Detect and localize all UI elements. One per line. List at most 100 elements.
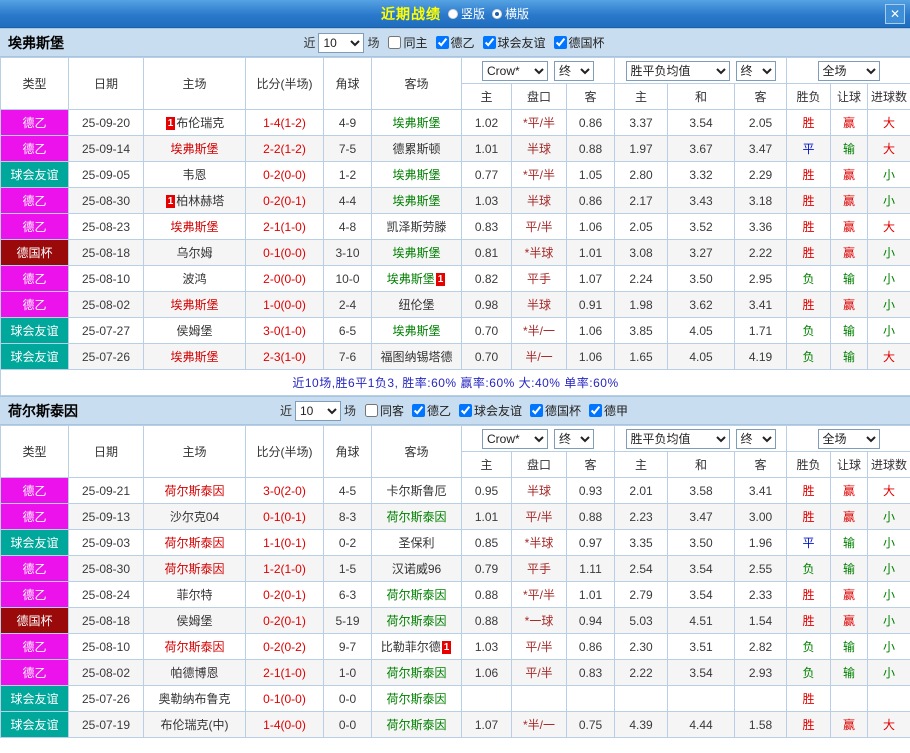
team-link[interactable]: 卡尔斯鲁厄 bbox=[386, 484, 446, 498]
team-link[interactable]: 荷尔斯泰因 bbox=[386, 666, 446, 680]
league-type-cell[interactable]: 德乙 bbox=[0, 135, 69, 162]
team-link[interactable]: 荷尔斯泰因 bbox=[164, 562, 224, 576]
league-type-cell[interactable]: 德国杯 bbox=[0, 607, 69, 634]
checkbox-input[interactable] bbox=[530, 404, 544, 417]
league-type-cell[interactable]: 德乙 bbox=[0, 503, 69, 530]
corner-score: 3-10 bbox=[323, 239, 372, 266]
match-count-select[interactable]: 10 bbox=[294, 400, 341, 421]
team-link[interactable]: 奥勒纳布鲁克 bbox=[158, 692, 230, 706]
league-type-cell[interactable]: 德乙 bbox=[0, 187, 69, 214]
team-link[interactable]: 比勒菲尔德 bbox=[381, 640, 441, 654]
league-type-cell[interactable]: 德乙 bbox=[0, 581, 69, 608]
scope-select[interactable]: 全场 bbox=[817, 60, 880, 81]
checkbox-input[interactable] bbox=[482, 36, 496, 49]
league-type-cell[interactable]: 德乙 bbox=[0, 109, 69, 136]
team-link[interactable]: 波鸿 bbox=[182, 272, 206, 286]
team-link[interactable]: 埃弗斯堡 bbox=[387, 272, 435, 286]
team-link[interactable]: 荷尔斯泰因 bbox=[164, 536, 224, 550]
league-type-cell[interactable]: 德乙 bbox=[0, 213, 69, 240]
checkbox-input[interactable] bbox=[411, 404, 425, 417]
scope-select[interactable]: 全场 bbox=[817, 428, 880, 449]
asian-final-select[interactable]: 终 bbox=[554, 60, 595, 81]
filter-checkbox[interactable]: 同客 bbox=[359, 404, 404, 418]
team-link[interactable]: 埃弗斯堡 bbox=[392, 168, 440, 182]
close-icon[interactable]: ✕ bbox=[885, 4, 905, 24]
team-link[interactable]: 帕德博恩 bbox=[170, 666, 218, 680]
asian-home-odds: 1.07 bbox=[461, 711, 512, 738]
team-link[interactable]: 汉诺威96 bbox=[392, 562, 441, 576]
team-link[interactable]: 荷尔斯泰因 bbox=[386, 588, 446, 602]
team-link[interactable]: 菲尔特 bbox=[176, 588, 212, 602]
asian-final-select[interactable]: 终 bbox=[554, 428, 595, 449]
team-link[interactable]: 圣保利 bbox=[398, 536, 434, 550]
team-link[interactable]: 侯姆堡 bbox=[176, 614, 212, 628]
league-type-cell[interactable]: 球会友谊 bbox=[0, 685, 69, 712]
euro-final-select[interactable]: 终 bbox=[735, 60, 776, 81]
bookmaker-select[interactable]: Crow* bbox=[482, 60, 549, 81]
league-type-cell[interactable]: 德乙 bbox=[0, 659, 69, 686]
team-link[interactable]: 埃弗斯堡 bbox=[170, 350, 218, 364]
match-count-select[interactable]: 10 bbox=[318, 32, 365, 53]
team-link[interactable]: 纽伦堡 bbox=[398, 298, 434, 312]
team-link[interactable]: 埃弗斯堡 bbox=[392, 246, 440, 260]
euro-final-select[interactable]: 终 bbox=[735, 428, 776, 449]
league-type-cell[interactable]: 球会友谊 bbox=[0, 343, 69, 370]
team-link[interactable]: 埃弗斯堡 bbox=[170, 298, 218, 312]
filter-checkbox[interactable]: 德乙 bbox=[430, 36, 475, 50]
team-link[interactable]: 埃弗斯堡 bbox=[170, 220, 218, 234]
team-link[interactable]: 凯泽斯劳滕 bbox=[386, 220, 446, 234]
team-link[interactable]: 荷尔斯泰因 bbox=[386, 692, 446, 706]
layout-radio-vertical[interactable]: 竖版 bbox=[447, 5, 485, 22]
team-link[interactable]: 布伦瑞克 bbox=[176, 116, 224, 130]
team-link[interactable]: 侯姆堡 bbox=[176, 324, 212, 338]
team-link[interactable]: 福图纳锡塔德 bbox=[380, 350, 452, 364]
checkbox-input[interactable] bbox=[459, 404, 472, 417]
checkbox-input[interactable] bbox=[364, 404, 378, 417]
match-result: 胜 bbox=[786, 685, 832, 712]
league-type-cell[interactable]: 球会友谊 bbox=[0, 161, 69, 188]
home-team-cell: 荷尔斯泰因 bbox=[143, 555, 246, 582]
filter-checkbox[interactable]: 德国杯 bbox=[524, 404, 581, 418]
checkbox-input[interactable] bbox=[388, 36, 402, 49]
team-link[interactable]: 荷尔斯泰因 bbox=[386, 510, 446, 524]
radio-unselected-icon[interactable] bbox=[447, 8, 458, 19]
filter-checkbox[interactable]: 球会友谊 bbox=[477, 36, 546, 50]
team-link[interactable]: 荷尔斯泰因 bbox=[386, 614, 446, 628]
team-link[interactable]: 荷尔斯泰因 bbox=[164, 484, 224, 498]
team-link[interactable]: 沙尔克04 bbox=[170, 510, 219, 524]
league-type-cell[interactable]: 德乙 bbox=[0, 477, 69, 504]
radio-selected-icon[interactable] bbox=[492, 8, 502, 19]
league-type-cell[interactable]: 德乙 bbox=[0, 633, 69, 660]
league-type-cell[interactable]: 球会友谊 bbox=[0, 317, 69, 344]
layout-radio-horizontal[interactable]: 横版 bbox=[492, 5, 529, 22]
league-type-cell[interactable]: 球会友谊 bbox=[0, 529, 69, 556]
goals-result: 小 bbox=[867, 187, 910, 214]
team-link[interactable]: 韦恩 bbox=[182, 168, 206, 182]
team-link[interactable]: 荷尔斯泰因 bbox=[164, 640, 224, 654]
team-link[interactable]: 布伦瑞克(中) bbox=[161, 718, 229, 732]
team-link[interactable]: 埃弗斯堡 bbox=[170, 142, 218, 156]
team-link[interactable]: 德累斯顿 bbox=[392, 142, 440, 156]
league-type-cell[interactable]: 德乙 bbox=[0, 555, 69, 582]
checkbox-input[interactable] bbox=[589, 404, 603, 417]
league-type-cell[interactable]: 球会友谊 bbox=[0, 711, 69, 738]
team-link[interactable]: 埃弗斯堡 bbox=[392, 116, 440, 130]
filter-checkbox[interactable]: 德甲 bbox=[583, 404, 628, 418]
filter-checkbox[interactable]: 德国杯 bbox=[548, 36, 605, 50]
team-link[interactable]: 埃弗斯堡 bbox=[392, 194, 440, 208]
euro-avg-select[interactable]: 胜平负均值 bbox=[625, 60, 730, 81]
league-type-cell[interactable]: 德乙 bbox=[0, 291, 69, 318]
league-type-cell[interactable]: 德国杯 bbox=[0, 239, 69, 266]
team-link[interactable]: 乌尔姆 bbox=[176, 246, 212, 260]
team-link[interactable]: 埃弗斯堡 bbox=[392, 324, 440, 338]
euro-avg-select[interactable]: 胜平负均值 bbox=[625, 428, 730, 449]
filter-checkbox[interactable]: 德乙 bbox=[406, 404, 451, 418]
team-link[interactable]: 柏林赫塔 bbox=[176, 194, 224, 208]
filter-checkbox[interactable]: 同主 bbox=[382, 36, 428, 50]
checkbox-input[interactable] bbox=[435, 36, 449, 49]
bookmaker-select[interactable]: Crow* bbox=[482, 428, 549, 449]
filter-checkbox[interactable]: 球会友谊 bbox=[453, 404, 522, 418]
checkbox-input[interactable] bbox=[553, 36, 567, 49]
team-link[interactable]: 荷尔斯泰因 bbox=[386, 718, 446, 732]
league-type-cell[interactable]: 德乙 bbox=[0, 265, 69, 292]
